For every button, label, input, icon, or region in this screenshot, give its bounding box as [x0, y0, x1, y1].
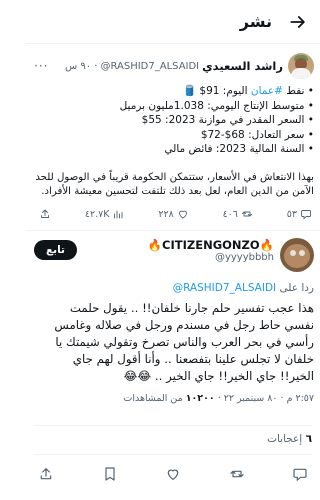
page-title: نشر: [239, 12, 272, 31]
divider: [34, 425, 312, 426]
tweet-line: • متوسط الإنتاج اليومي: 1.038مليون برميل: [119, 99, 314, 112]
tweet-line: • السنة المالية 2023: فائض مالي: [164, 143, 314, 155]
author-block: 🔥CITIZENGONZO🔥 @yyyybbbh: [148, 238, 274, 263]
retweet-icon[interactable]: [229, 466, 245, 482]
bookmark-icon[interactable]: [102, 466, 118, 482]
reply-tweet[interactable]: 🔥CITIZENGONZO🔥 @yyyybbbh تابع ردا على @R…: [34, 238, 314, 404]
likes-stat[interactable]: ٦ إعجابات: [267, 433, 312, 445]
views-count: ١٠٢٠٠: [185, 393, 215, 404]
author-name[interactable]: 🔥CITIZENGONZO🔥: [148, 238, 274, 252]
reply-action[interactable]: ٥٣: [287, 208, 312, 220]
retweet-action[interactable]: ٤٠٦: [223, 208, 253, 220]
share-icon: [41, 209, 49, 218]
retweet-icon: [241, 211, 252, 217]
heart-icon: [178, 210, 187, 219]
reply-actions-bar: [38, 466, 308, 482]
reply-icon[interactable]: [292, 466, 308, 482]
mention-link[interactable]: @RASHID7_ALSAIDI: [173, 282, 277, 294]
tweet-actions: ٥٣ ٤٠٦ ٢٢٨ ٤٢.٧K: [36, 208, 312, 220]
likes-label: إعجابات: [267, 433, 303, 445]
divider: [34, 454, 312, 455]
likes-count: ٦: [305, 433, 312, 445]
views-label: من المشاهدات: [123, 393, 183, 404]
views-action[interactable]: ٤٢.٧K: [85, 208, 125, 220]
more-options-icon[interactable]: ···: [34, 59, 48, 73]
hashtag-link[interactable]: #عمان: [251, 85, 283, 97]
avatar[interactable]: [280, 238, 314, 272]
replying-to: ردا على @RASHID7_ALSAIDI: [172, 282, 314, 294]
tweet-meta: ٢:٥٧ م · ٨٠ سبتمبر ٢٢ · ١٠٢٠٠ من المشاهد…: [123, 393, 314, 404]
back-arrow-icon[interactable]: [286, 10, 310, 34]
share-action[interactable]: [36, 208, 51, 220]
views-icon: [114, 210, 123, 219]
quoted-tweet-body: • نفط #عمان اليوم: 91$ 🛢️ • متوسط الإنتا…: [34, 84, 314, 199]
reply-text: هذا عجب تفسير حلم جارنا خلفان!! .. يقول …: [54, 301, 314, 383]
avatar[interactable]: [288, 53, 314, 79]
divider: [26, 230, 320, 231]
tweet-line: • السعر المقدر في موازنة 2023: 55$: [141, 114, 314, 126]
reply-tweet-header: 🔥CITIZENGONZO🔥 @yyyybbbh تابع: [34, 238, 314, 272]
heart-icon[interactable]: [165, 466, 181, 482]
tweet-time: · ٩٠ س: [64, 60, 98, 72]
tweet-line: • سعر التعادل: 68$-72$: [200, 128, 314, 141]
tweet-paragraph: بهذا الانتعاش في الأسعار، ستتمكن الحكومة…: [35, 171, 314, 197]
tweet-line: • نفط #عمان اليوم: 91$ 🛢️: [182, 85, 314, 97]
author-handle[interactable]: @yyyybbbh: [148, 252, 274, 263]
reply-icon: [301, 210, 311, 220]
top-bar: نشر: [26, 0, 320, 44]
author-handle[interactable]: @RASHID7_ALSAIDI: [100, 61, 199, 72]
tweet-timestamp[interactable]: ٢:٥٧ م · ٨٠ سبتمبر ٢٢: [224, 393, 314, 404]
quoted-tweet[interactable]: راشد السعيدي @RASHID7_ALSAIDI · ٩٠ س ···…: [34, 52, 314, 199]
quoted-tweet-header: راشد السعيدي @RASHID7_ALSAIDI · ٩٠ س ···: [34, 52, 314, 80]
follow-button[interactable]: تابع: [34, 240, 78, 260]
share-icon[interactable]: [38, 466, 54, 482]
author-name[interactable]: راشد السعيدي: [202, 59, 283, 73]
like-action[interactable]: ٢٢٨: [158, 208, 188, 220]
